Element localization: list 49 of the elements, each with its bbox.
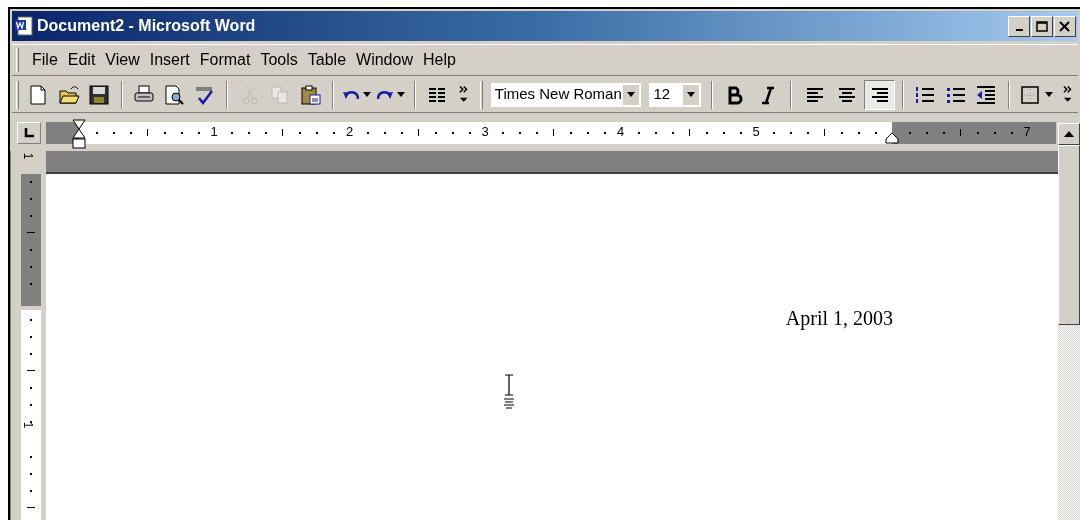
ruler-number: 1	[210, 124, 218, 140]
right-indent-marker-icon[interactable]	[885, 132, 899, 144]
decrease-indent-icon	[975, 83, 998, 106]
menu-item[interactable]: Tools	[255, 48, 303, 72]
toolbar-toggle-button[interactable]	[864, 79, 895, 110]
close-button[interactable]	[1054, 15, 1076, 37]
left-tab-icon	[24, 128, 34, 138]
text-cursor-icon	[502, 374, 516, 410]
ruler-number: 2	[346, 124, 354, 140]
dropdown-caret-icon[interactable]	[627, 92, 636, 97]
date-text: April 1, 2003	[784, 306, 893, 330]
minimize-button[interactable]	[1008, 15, 1030, 37]
dropdown-caret-icon[interactable]	[687, 92, 696, 97]
menu-item[interactable]: Window	[351, 48, 418, 72]
scroll-up-button[interactable]	[1058, 123, 1080, 145]
undo-arrow-icon	[342, 88, 359, 101]
folder-icon	[57, 83, 80, 106]
ruler-number: 7	[1023, 124, 1031, 140]
dropdown-caret-icon[interactable]	[396, 92, 405, 97]
font-dropdown[interactable]: 12	[649, 82, 702, 107]
maximize-button[interactable]	[1031, 15, 1053, 37]
document-w-icon	[14, 16, 34, 36]
menu-item[interactable]: Edit	[62, 48, 101, 72]
menu-item[interactable]: View	[100, 48, 145, 72]
menu-item[interactable]: File	[27, 48, 63, 72]
minimize-icon	[1015, 29, 1023, 31]
ruler-number: 1	[21, 152, 34, 160]
ruler-number: 4	[617, 124, 625, 140]
redo-arrow-icon	[376, 88, 393, 101]
page-magnifier-icon	[163, 83, 186, 106]
close-icon	[1059, 20, 1071, 32]
scrollbar-thumb[interactable]	[1058, 145, 1080, 325]
dropdown-caret-icon[interactable]	[362, 92, 371, 97]
font-dropdown[interactable]: Times New Roman	[490, 82, 642, 107]
up-arrow-icon	[1064, 131, 1074, 137]
border-icon	[1018, 83, 1041, 106]
clipboard-icon	[299, 83, 322, 106]
tab-stop-button[interactable]	[17, 122, 41, 144]
ruler-number: 1	[21, 421, 34, 429]
menu-item[interactable]: Insert	[144, 48, 195, 72]
indent-marker-icon[interactable]	[72, 119, 86, 149]
menu-item[interactable]: Table	[302, 48, 352, 72]
dropdown-caret-icon[interactable]	[1044, 92, 1053, 97]
menu-item[interactable]: Format	[194, 48, 256, 72]
menu-item[interactable]: Help	[417, 48, 461, 72]
ruler-number: 5	[752, 124, 760, 140]
window-title: Document2 - Microsoft Word	[37, 16, 256, 36]
ruler-number: 3	[481, 124, 489, 140]
maximize-icon	[1036, 20, 1048, 32]
